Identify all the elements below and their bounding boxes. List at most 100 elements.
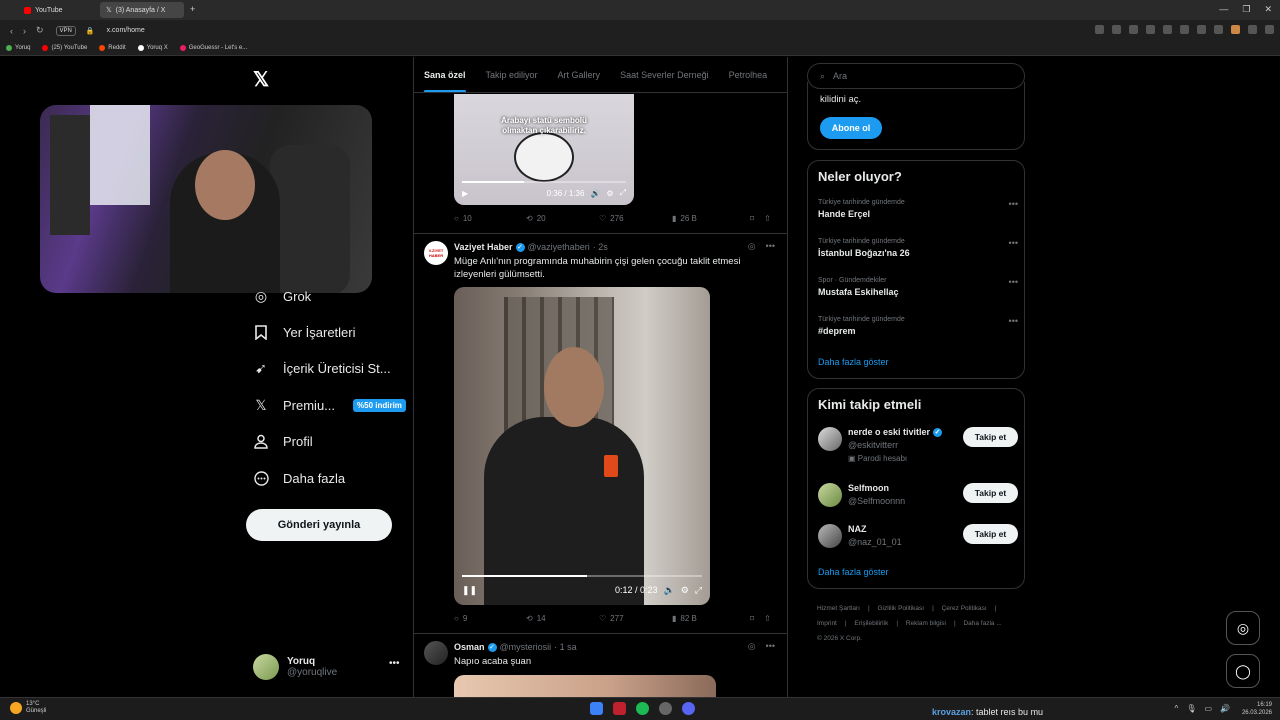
footer-link[interactable]: Reklam bilgisi bbox=[906, 620, 946, 627]
grok-icon[interactable]: ◎ bbox=[748, 641, 756, 652]
repost-button[interactable]: ⟲ 20 bbox=[526, 214, 599, 223]
vpn-badge[interactable]: VPN bbox=[55, 25, 76, 36]
more-icon[interactable]: ••• bbox=[389, 658, 400, 669]
opera-icon[interactable] bbox=[613, 702, 626, 715]
close-icon[interactable]: ✕ bbox=[1264, 4, 1272, 15]
heart-icon[interactable] bbox=[1180, 25, 1189, 34]
weather-widget[interactable]: 13°C Güneşli bbox=[10, 701, 46, 715]
tab-saat-severler[interactable]: Saat Severler Derneği bbox=[620, 57, 709, 92]
tab-petrolhead[interactable]: Petrolhea bbox=[729, 57, 768, 92]
discord-icon[interactable] bbox=[682, 702, 695, 715]
sidebar-item-bookmarks[interactable]: Yer İşaretleri bbox=[253, 324, 356, 340]
bookmark-youtube[interactable]: (25) YouTube bbox=[42, 45, 87, 51]
footer-link[interactable]: Erişilebilirlik bbox=[854, 620, 888, 627]
trend-item[interactable]: Türkiye tarihinde gündemde İstanbul Boğa… bbox=[818, 238, 1018, 258]
author-name[interactable]: Osman bbox=[454, 642, 485, 652]
sidebar-item-premium[interactable]: 𝕏 Premiu... %50 indirim bbox=[253, 397, 406, 413]
bookmark-button[interactable]: ⌑ bbox=[750, 614, 754, 623]
views-button[interactable]: ▮ 26 B bbox=[672, 214, 750, 223]
forward-icon[interactable]: › bbox=[23, 26, 26, 36]
sidebar-item-creator-studio[interactable]: ➹ İçerik Üreticisi St... bbox=[253, 360, 391, 376]
tab-art-gallery[interactable]: Art Gallery bbox=[558, 57, 601, 92]
more-icon[interactable]: ••• bbox=[766, 241, 775, 252]
author-handle[interactable]: @vaziyethaberi bbox=[528, 242, 590, 252]
reply-button[interactable]: ○ 9 bbox=[454, 614, 526, 623]
fullscreen-icon[interactable]: ⤢ bbox=[695, 585, 702, 596]
extension-icon[interactable] bbox=[1248, 25, 1257, 34]
fullscreen-icon[interactable]: ⤢ bbox=[620, 188, 626, 198]
download-icon[interactable] bbox=[1197, 25, 1206, 34]
show-more-link[interactable]: Daha fazla göster bbox=[818, 357, 889, 367]
chevron-up-icon[interactable]: ^ bbox=[1175, 704, 1179, 713]
share-button[interactable]: ⇧ bbox=[764, 614, 771, 623]
clock[interactable]: 16:19 26.03.2026 bbox=[1242, 701, 1272, 717]
bookmark-geoguessr[interactable]: GeoGuessr - Let's e... bbox=[179, 45, 247, 51]
zoom-icon[interactable] bbox=[1095, 25, 1104, 34]
reload-icon[interactable]: ↻ bbox=[36, 25, 44, 36]
grok-icon[interactable]: ◎ bbox=[748, 241, 756, 252]
more-icon[interactable]: ••• bbox=[1009, 199, 1018, 209]
volume-icon[interactable]: 🔊 bbox=[664, 585, 675, 596]
video-progress[interactable] bbox=[462, 575, 702, 577]
footer-link[interactable]: Gizlilik Politikası bbox=[877, 605, 924, 612]
pause-icon[interactable]: ❚❚ bbox=[462, 585, 477, 596]
video-player[interactable]: ❚❚ 0:12 / 0:23 🔊 ⚙ ⤢ bbox=[454, 287, 710, 605]
post-button[interactable]: Gönderi yayınla bbox=[246, 509, 392, 541]
follow-suggestion[interactable]: NAZ @naz_01_01 Takip et bbox=[818, 524, 1018, 558]
like-button[interactable]: ♡ 276 bbox=[599, 214, 672, 223]
play-icon[interactable]: ▶ bbox=[462, 189, 468, 198]
volume-icon[interactable]: 🔊 bbox=[1220, 704, 1230, 713]
search-input[interactable] bbox=[833, 71, 1004, 81]
tab-following[interactable]: Takip ediliyor bbox=[486, 57, 538, 92]
author-name[interactable]: Vaziyet Haber bbox=[454, 242, 513, 252]
views-button[interactable]: ▮ 82 B bbox=[672, 614, 750, 623]
more-icon[interactable]: ••• bbox=[1009, 316, 1018, 326]
footer-link[interactable]: Imprint bbox=[817, 620, 837, 627]
sidebar-item-profile[interactable]: Profil bbox=[253, 433, 313, 449]
bookmark-reddit[interactable]: Reddit bbox=[99, 45, 126, 51]
tab-youtube[interactable]: YouTube bbox=[18, 2, 98, 18]
messages-fab[interactable]: ◯ bbox=[1226, 654, 1260, 688]
tweet-image[interactable] bbox=[454, 675, 716, 697]
maximize-icon[interactable]: ❐ bbox=[1242, 4, 1250, 15]
repost-button[interactable]: ⟲ 14 bbox=[526, 614, 599, 623]
follow-button[interactable]: Takip et bbox=[963, 524, 1018, 544]
tab-x-home[interactable]: 𝕏 (3) Anasayfa / X bbox=[100, 2, 184, 18]
sidebar-item-grok[interactable]: ◎ Grok bbox=[253, 288, 311, 304]
settings-icon[interactable]: ⚙ bbox=[681, 585, 689, 596]
windows-icon[interactable] bbox=[590, 702, 603, 715]
extension-icon[interactable] bbox=[1129, 25, 1138, 34]
obs-icon[interactable] bbox=[659, 702, 672, 715]
tab-for-you[interactable]: Sana özel bbox=[424, 57, 466, 92]
reply-button[interactable]: ○ 10 bbox=[454, 214, 526, 223]
extension-icon[interactable] bbox=[1146, 25, 1155, 34]
extension-icon[interactable] bbox=[1265, 25, 1274, 34]
menu-icon[interactable] bbox=[1214, 25, 1223, 34]
follow-suggestion[interactable]: Selfmoon @Selfmoonnn Takip et bbox=[818, 483, 1018, 517]
trend-item[interactable]: Spor · Gündemdekiler Mustafa Eskihellaç … bbox=[818, 277, 1018, 297]
more-icon[interactable]: ••• bbox=[1009, 277, 1018, 287]
more-icon[interactable]: ••• bbox=[766, 641, 775, 652]
trend-item[interactable]: Türkiye tarihinde gündemde Hande Erçel •… bbox=[818, 199, 1018, 219]
avatar[interactable]: V.ZIYET HABER bbox=[424, 241, 448, 265]
subscribe-button[interactable]: Abone ol bbox=[820, 117, 882, 139]
bookmark-yoruq-x[interactable]: Yoruq X bbox=[137, 45, 168, 51]
footer-link[interactable]: Çerez Politikası bbox=[942, 605, 987, 612]
back-icon[interactable]: ‹ bbox=[10, 26, 13, 36]
minimize-icon[interactable]: — bbox=[1219, 4, 1228, 15]
mic-icon[interactable]: 🎙 bbox=[1186, 704, 1196, 713]
grok-fab[interactable]: ◎ bbox=[1226, 611, 1260, 645]
follow-button[interactable]: Takip et bbox=[963, 483, 1018, 503]
bookmark-button[interactable]: ⌑ bbox=[750, 214, 754, 223]
extension-icon[interactable] bbox=[1112, 25, 1121, 34]
extension-icon[interactable] bbox=[1231, 25, 1240, 34]
account-switcher[interactable]: Yoruq @yoruqlive ••• bbox=[253, 654, 403, 680]
extension-icon[interactable] bbox=[1163, 25, 1172, 34]
avatar[interactable] bbox=[424, 641, 448, 665]
sidebar-item-more[interactable]: Daha fazla bbox=[253, 470, 345, 486]
author-handle[interactable]: @mysteriosii bbox=[500, 642, 552, 652]
footer-link[interactable]: Hizmet Şartları bbox=[817, 605, 860, 612]
new-tab-button[interactable]: + bbox=[190, 4, 195, 14]
more-icon[interactable]: ••• bbox=[1009, 238, 1018, 248]
video-progress[interactable] bbox=[462, 181, 626, 183]
